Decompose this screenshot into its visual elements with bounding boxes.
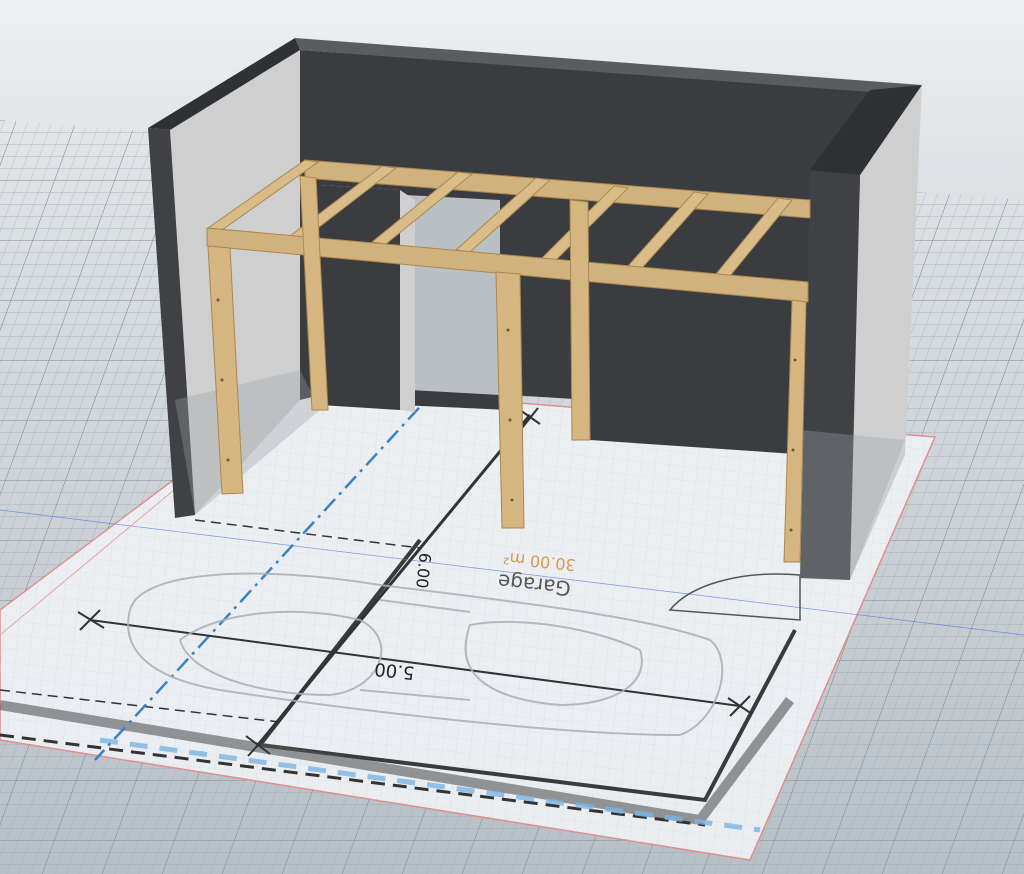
scene-canvas[interactable]: Garage 30.00 m² 5.00 6.00: [0, 0, 1024, 874]
dimension-width-label: 5.00: [373, 658, 415, 683]
3d-viewport[interactable]: Garage 30.00 m² 5.00 6.00: [0, 0, 1024, 874]
inner-pillar: [320, 185, 400, 410]
dimension-depth-label: 6.00: [412, 552, 435, 589]
